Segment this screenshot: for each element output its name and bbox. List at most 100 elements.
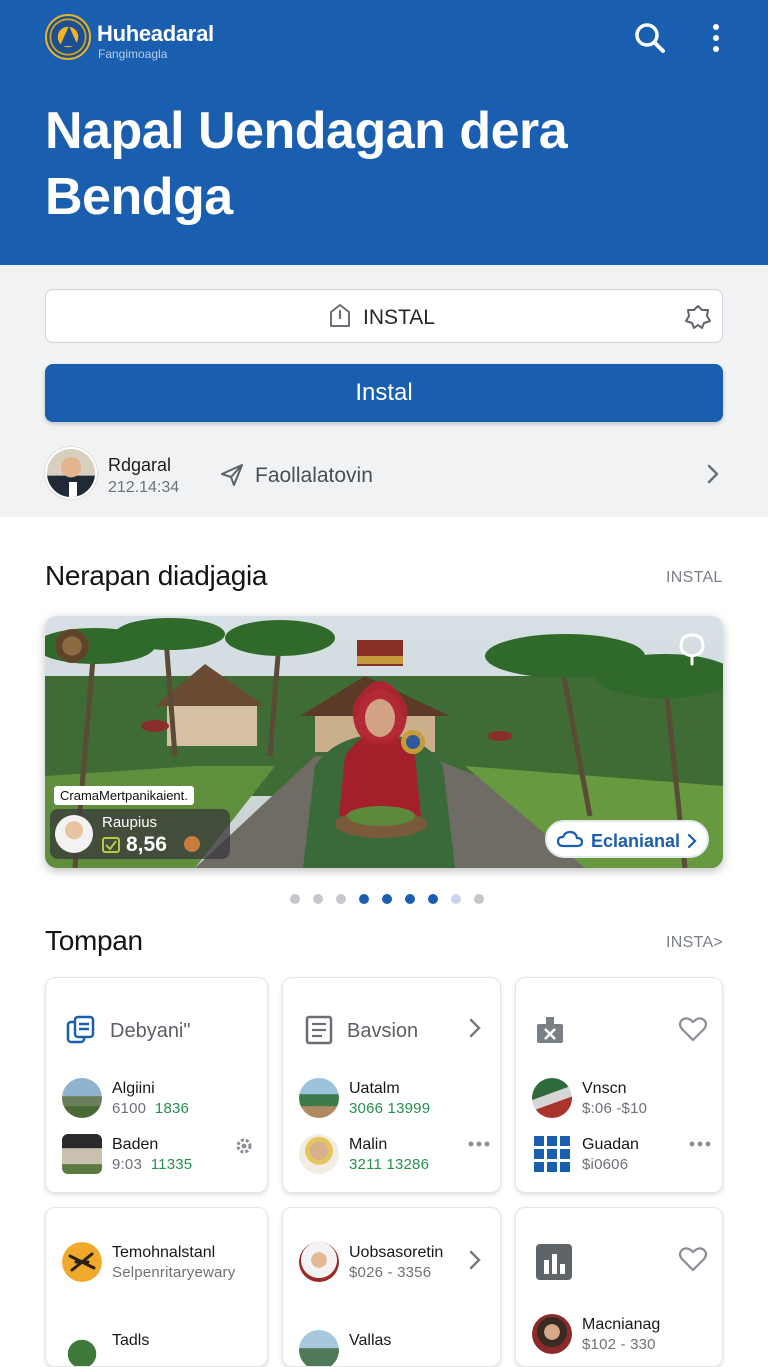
install-field[interactable]: INSTAL bbox=[45, 289, 723, 343]
pagination-dot[interactable] bbox=[451, 894, 461, 904]
carousel-info-value: 8,56 bbox=[126, 833, 167, 856]
app-header: Huheadaral Fangimoagla Napal Uendagan de… bbox=[0, 0, 768, 265]
category-card[interactable]: Uobsasoretin $026 - 3356 Vallas bbox=[282, 1207, 501, 1367]
featured-carousel[interactable]: CramaMertpanikaient. Raupius 8,56 Eclani… bbox=[45, 616, 723, 868]
gear-icon[interactable] bbox=[234, 1136, 254, 1156]
featured-section-title: Nerapan diadjagia bbox=[45, 560, 268, 591]
item-name: Tadls bbox=[112, 1332, 150, 1349]
item-thumbnail bbox=[62, 1134, 102, 1174]
chart-box-icon bbox=[536, 1244, 572, 1280]
user-action-label: Faollalatovin bbox=[255, 464, 373, 487]
avatar bbox=[55, 815, 93, 853]
pagination-dot[interactable] bbox=[336, 894, 346, 904]
pin-icon[interactable] bbox=[677, 632, 707, 666]
pagination-dot[interactable] bbox=[474, 894, 484, 904]
item-name: Vnscn bbox=[582, 1080, 627, 1097]
section-see-all-link[interactable]: INSTA> bbox=[666, 934, 723, 952]
list-item[interactable]: Tadls bbox=[62, 1330, 262, 1366]
category-card[interactable]: Bavsion Uatalm 3066 13999 Malin 3211 132… bbox=[282, 977, 501, 1193]
item-value: $026 - 3356 bbox=[349, 1264, 432, 1281]
user-activity-row[interactable]: Rdgaral 212.14:34 Faollalatovin bbox=[45, 445, 723, 503]
item-value: Selpenritaryewary bbox=[112, 1264, 236, 1281]
item-thumbnail bbox=[532, 1078, 572, 1118]
heart-icon[interactable] bbox=[678, 1014, 708, 1044]
avatar bbox=[299, 1242, 339, 1282]
search-icon[interactable] bbox=[632, 20, 668, 56]
carousel-action-chip[interactable]: Eclanianal bbox=[545, 820, 709, 858]
item-name: Vallas bbox=[349, 1332, 392, 1349]
more-vertical-icon[interactable] bbox=[706, 20, 726, 56]
list-item[interactable]: Macnianag $102 - 330 bbox=[532, 1314, 722, 1358]
pagination-dot[interactable] bbox=[359, 894, 369, 904]
item-name: Uobsasoretin bbox=[349, 1244, 444, 1261]
pagination-dot[interactable] bbox=[382, 894, 392, 904]
pagination-dot[interactable] bbox=[428, 894, 438, 904]
item-thumbnail bbox=[299, 1330, 339, 1366]
item-thumbnail bbox=[299, 1134, 339, 1174]
app-subtitle: Fangimoagla bbox=[98, 47, 168, 61]
user-time: 212.14:34 bbox=[108, 479, 180, 496]
form-icon bbox=[305, 1015, 333, 1045]
category-card[interactable]: Debyani" Algiini 6100 1836 Baden 9:03 11… bbox=[45, 977, 268, 1193]
item-thumbnail bbox=[62, 1330, 102, 1366]
app-logo[interactable] bbox=[45, 14, 91, 60]
carousel-info-name: Raupius bbox=[102, 814, 158, 831]
list-item[interactable]: Baden 9:03 11335 bbox=[62, 1134, 262, 1178]
item-value: $i0606 bbox=[582, 1156, 629, 1173]
item-name: Algiini bbox=[112, 1080, 155, 1097]
more-horizontal-icon[interactable] bbox=[467, 1139, 491, 1149]
document-stack-icon bbox=[66, 1015, 95, 1044]
pagination-dot[interactable] bbox=[405, 894, 415, 904]
info-icon bbox=[330, 304, 350, 327]
section-title: Tompan bbox=[45, 925, 143, 956]
app-name: Huheadaral bbox=[97, 21, 214, 46]
item-name: Baden bbox=[112, 1136, 159, 1153]
user-name: Rdgaral bbox=[108, 455, 172, 475]
category-card[interactable]: Macnianag $102 - 330 bbox=[515, 1207, 723, 1367]
list-item[interactable]: Algiini 6100 1836 bbox=[62, 1078, 262, 1122]
card-title: Bavsion bbox=[347, 1020, 419, 1042]
category-card[interactable]: Temohnalstanl Selpenritaryewary Tadls bbox=[45, 1207, 268, 1367]
item-name: Temohnalstanl bbox=[112, 1244, 216, 1261]
item-name: Malin bbox=[349, 1136, 388, 1153]
category-card[interactable]: Vnscn $:06 -$10 Guadan $i0606 bbox=[515, 977, 723, 1193]
item-value: $102 - 330 bbox=[582, 1336, 656, 1353]
carousel-pagination[interactable] bbox=[290, 894, 490, 906]
list-item[interactable]: Vallas bbox=[299, 1330, 499, 1366]
item-thumbnail bbox=[299, 1078, 339, 1118]
item-thumbnail bbox=[62, 1078, 102, 1118]
install-field-value: INSTAL bbox=[363, 306, 435, 329]
send-icon bbox=[221, 464, 243, 486]
pagination-dot[interactable] bbox=[313, 894, 323, 904]
heart-icon[interactable] bbox=[678, 1244, 708, 1274]
card-title: Debyani" bbox=[110, 1020, 191, 1042]
chevron-right-icon[interactable] bbox=[467, 1016, 483, 1040]
chevron-right-icon[interactable] bbox=[467, 1248, 483, 1272]
item-name: Uatalm bbox=[349, 1080, 400, 1097]
list-item[interactable]: Vnscn $:06 -$10 bbox=[532, 1078, 722, 1122]
item-value: 3211 13286 bbox=[349, 1156, 430, 1173]
install-button[interactable]: Instal bbox=[45, 364, 723, 422]
more-horizontal-icon[interactable] bbox=[688, 1139, 712, 1149]
avatar bbox=[532, 1314, 572, 1354]
carousel-chip-label: Eclanianal bbox=[591, 831, 681, 851]
list-item[interactable]: Temohnalstanl Selpenritaryewary bbox=[62, 1242, 262, 1286]
item-value: 9:03 11335 bbox=[112, 1156, 193, 1173]
checkbox-icon bbox=[102, 837, 120, 853]
item-name: Guadan bbox=[582, 1136, 639, 1153]
carousel-caption: CramaMertpanikaient. bbox=[54, 786, 194, 805]
coin-icon bbox=[184, 836, 200, 852]
item-value: 3066 13999 bbox=[349, 1100, 431, 1117]
pagination-dot[interactable] bbox=[290, 894, 300, 904]
badge-icon[interactable] bbox=[684, 303, 712, 331]
item-value: 6100 1836 bbox=[112, 1100, 190, 1117]
chevron-right-icon bbox=[687, 833, 697, 849]
list-item[interactable]: Uatalm 3066 13999 bbox=[299, 1078, 499, 1122]
grid-icon bbox=[534, 1136, 570, 1172]
box-icon bbox=[537, 1017, 563, 1043]
seal-icon bbox=[55, 629, 89, 663]
chevron-right-icon[interactable] bbox=[705, 462, 721, 486]
featured-see-all-link[interactable]: INSTAL bbox=[666, 569, 723, 587]
cloud-icon bbox=[557, 830, 583, 848]
carousel-info-box: Raupius 8,56 bbox=[50, 809, 230, 859]
